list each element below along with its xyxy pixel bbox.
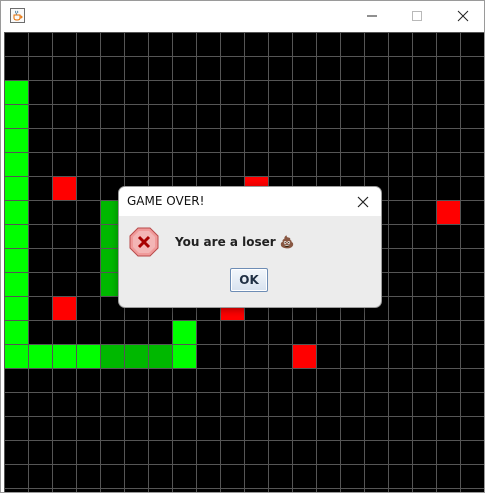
snake-segment: [4, 296, 28, 320]
close-icon: [357, 196, 369, 208]
snake-segment: [4, 272, 28, 296]
minimize-button[interactable]: [349, 1, 395, 31]
snake-segment: [4, 320, 28, 344]
dialog-titlebar[interactable]: GAME OVER!: [119, 187, 381, 216]
food-cell: [292, 344, 316, 368]
snake-segment: [4, 248, 28, 272]
snake-segment: [172, 320, 196, 344]
snake-segment: [100, 344, 124, 368]
snake-segment: [28, 344, 52, 368]
snake-segment: [4, 200, 28, 224]
snake-segment: [76, 344, 100, 368]
food-cell: [436, 200, 460, 224]
dialog-title: GAME OVER!: [127, 194, 205, 208]
snake-segment: [4, 224, 28, 248]
close-button[interactable]: [440, 1, 485, 31]
snake-segment: [4, 152, 28, 176]
snake-segment: [4, 128, 28, 152]
error-icon: [129, 227, 159, 257]
java-coffee-cup-icon: [10, 8, 25, 23]
snake-segment: [4, 104, 28, 128]
maximize-button[interactable]: [394, 1, 440, 31]
ok-button[interactable]: OK: [230, 268, 268, 292]
snake-segment: [52, 344, 76, 368]
food-cell: [52, 176, 76, 200]
snake-segment: [4, 80, 28, 104]
snake-segment: [4, 176, 28, 200]
maximize-icon: [412, 11, 422, 21]
game-window: GAME OVER! You are a loser 💩 OK: [0, 0, 485, 493]
window-titlebar[interactable]: [1, 1, 484, 31]
minimize-icon: [367, 15, 377, 17]
snake-segment: [148, 344, 172, 368]
food-cell: [52, 296, 76, 320]
close-icon: [457, 10, 469, 22]
snake-segment: [124, 344, 148, 368]
dialog-message: You are a loser 💩: [175, 235, 295, 249]
snake-segment: [4, 344, 28, 368]
dialog-close-button[interactable]: [353, 192, 373, 212]
snake-segment: [172, 344, 196, 368]
game-over-dialog: GAME OVER! You are a loser 💩 OK: [118, 186, 382, 308]
